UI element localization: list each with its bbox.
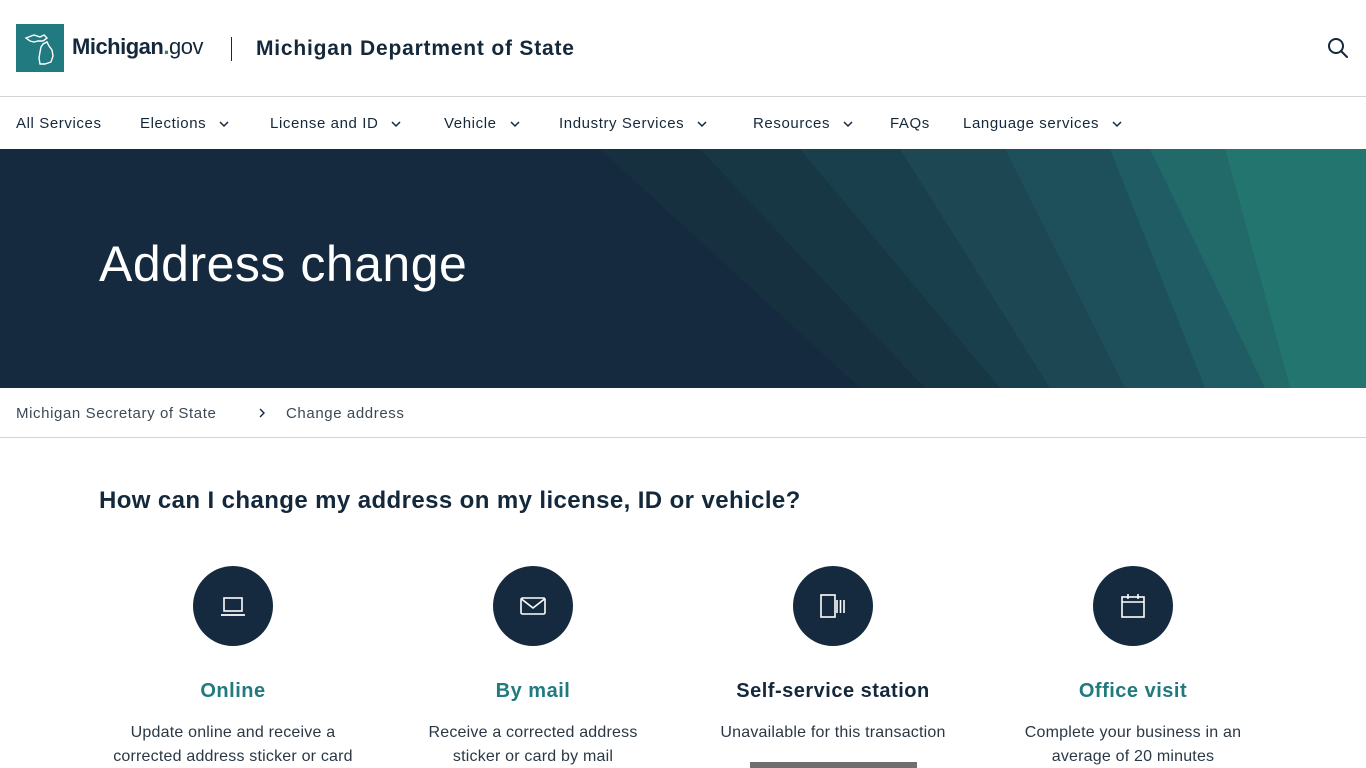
- nav-item-label: Vehicle: [444, 115, 497, 132]
- logo-divider: [231, 37, 232, 61]
- calendar-icon: [1121, 594, 1145, 618]
- nav-item-license-and-id[interactable]: License and ID: [270, 115, 402, 132]
- option-icon-circle: [793, 566, 873, 646]
- nav-item-industry-services[interactable]: Industry Services: [559, 115, 708, 132]
- nav-item-label: License and ID: [270, 115, 379, 132]
- nav-item-faqs[interactable]: FAQs: [890, 115, 930, 132]
- search-icon: [1328, 38, 1348, 58]
- option-self-service-station: Self-service station Unavailable for thi…: [683, 566, 983, 745]
- option-description: Unavailable for this transaction: [683, 721, 983, 745]
- chevron-right-icon: [259, 408, 265, 418]
- option-description-line: Complete your business in an: [1024, 724, 1242, 741]
- nav-item-label: FAQs: [890, 115, 930, 132]
- option-description-line: corrected address sticker or card: [113, 748, 353, 765]
- nav-item-language-services[interactable]: Language services: [963, 115, 1123, 132]
- option-title[interactable]: Online: [83, 680, 383, 703]
- option-title: Self-service station: [736, 680, 930, 702]
- nav-item-all-services[interactable]: All Services: [16, 115, 102, 132]
- option-online[interactable]: Online Update online and receive a corre…: [83, 566, 383, 768]
- option-description-line: Update online and receive a: [130, 724, 336, 741]
- search-button[interactable]: [1326, 36, 1350, 60]
- hero-banner: Address change: [0, 149, 1366, 388]
- option-icon-circle: [1093, 566, 1173, 646]
- nav-item-elections[interactable]: Elections: [140, 115, 230, 132]
- envelope-icon: [520, 597, 546, 615]
- option-description-line: average of 20 minutes: [1051, 748, 1215, 765]
- option-description-line: Unavailable for this transaction: [720, 724, 946, 741]
- nav-item-label: Resources: [753, 115, 831, 132]
- nav-item-label: Elections: [140, 115, 207, 132]
- michigan-map-icon: [24, 34, 54, 65]
- option-icon-circle: [193, 566, 273, 646]
- option-description: Update online and receive a corrected ad…: [83, 721, 383, 768]
- chevron-down-icon: [219, 120, 229, 127]
- site-header: Michigan.gov Michigan Department of Stat…: [0, 0, 1366, 96]
- breadcrumb: Michigan Secretary of State Change addre…: [0, 388, 1366, 438]
- unavailable-button: [750, 762, 917, 768]
- chevron-down-icon: [697, 120, 707, 127]
- michigan-logo[interactable]: [16, 24, 64, 72]
- nav-item-label: Language services: [963, 115, 1100, 132]
- option-title[interactable]: Office visit: [983, 680, 1283, 703]
- nav-item-vehicle[interactable]: Vehicle: [444, 115, 521, 132]
- option-by-mail[interactable]: By mail Receive a corrected address stic…: [383, 566, 683, 768]
- breadcrumb-link-secretary-of-state[interactable]: Michigan Secretary of State: [16, 405, 216, 422]
- main-nav: All Services Elections License and ID Ve…: [0, 96, 1366, 149]
- nav-item-label: All Services: [16, 115, 102, 132]
- section-heading: How can I change my address on my licens…: [99, 487, 801, 514]
- option-icon-circle: [493, 566, 573, 646]
- option-description-line: Receive a corrected address: [428, 724, 638, 741]
- nav-item-resources[interactable]: Resources: [753, 115, 854, 132]
- option-description: Complete your business in an average of …: [983, 721, 1283, 768]
- logo-wordmark[interactable]: Michigan.gov: [72, 34, 203, 60]
- option-office-visit[interactable]: Office visit Complete your business in a…: [983, 566, 1283, 768]
- page-title: Address change: [99, 236, 468, 292]
- kiosk-icon: [820, 594, 845, 618]
- chevron-down-icon: [391, 120, 401, 127]
- laptop-icon: [221, 597, 245, 616]
- option-description-line: sticker or card by mail: [452, 748, 614, 765]
- chevron-down-icon: [1112, 120, 1122, 127]
- department-name[interactable]: Michigan Department of State: [256, 37, 575, 61]
- chevron-down-icon: [510, 120, 520, 127]
- breadcrumb-current-page: Change address: [286, 405, 405, 422]
- nav-item-label: Industry Services: [559, 115, 685, 132]
- option-title[interactable]: By mail: [383, 680, 683, 703]
- chevron-down-icon: [843, 120, 853, 127]
- option-description: Receive a corrected address sticker or c…: [383, 721, 683, 768]
